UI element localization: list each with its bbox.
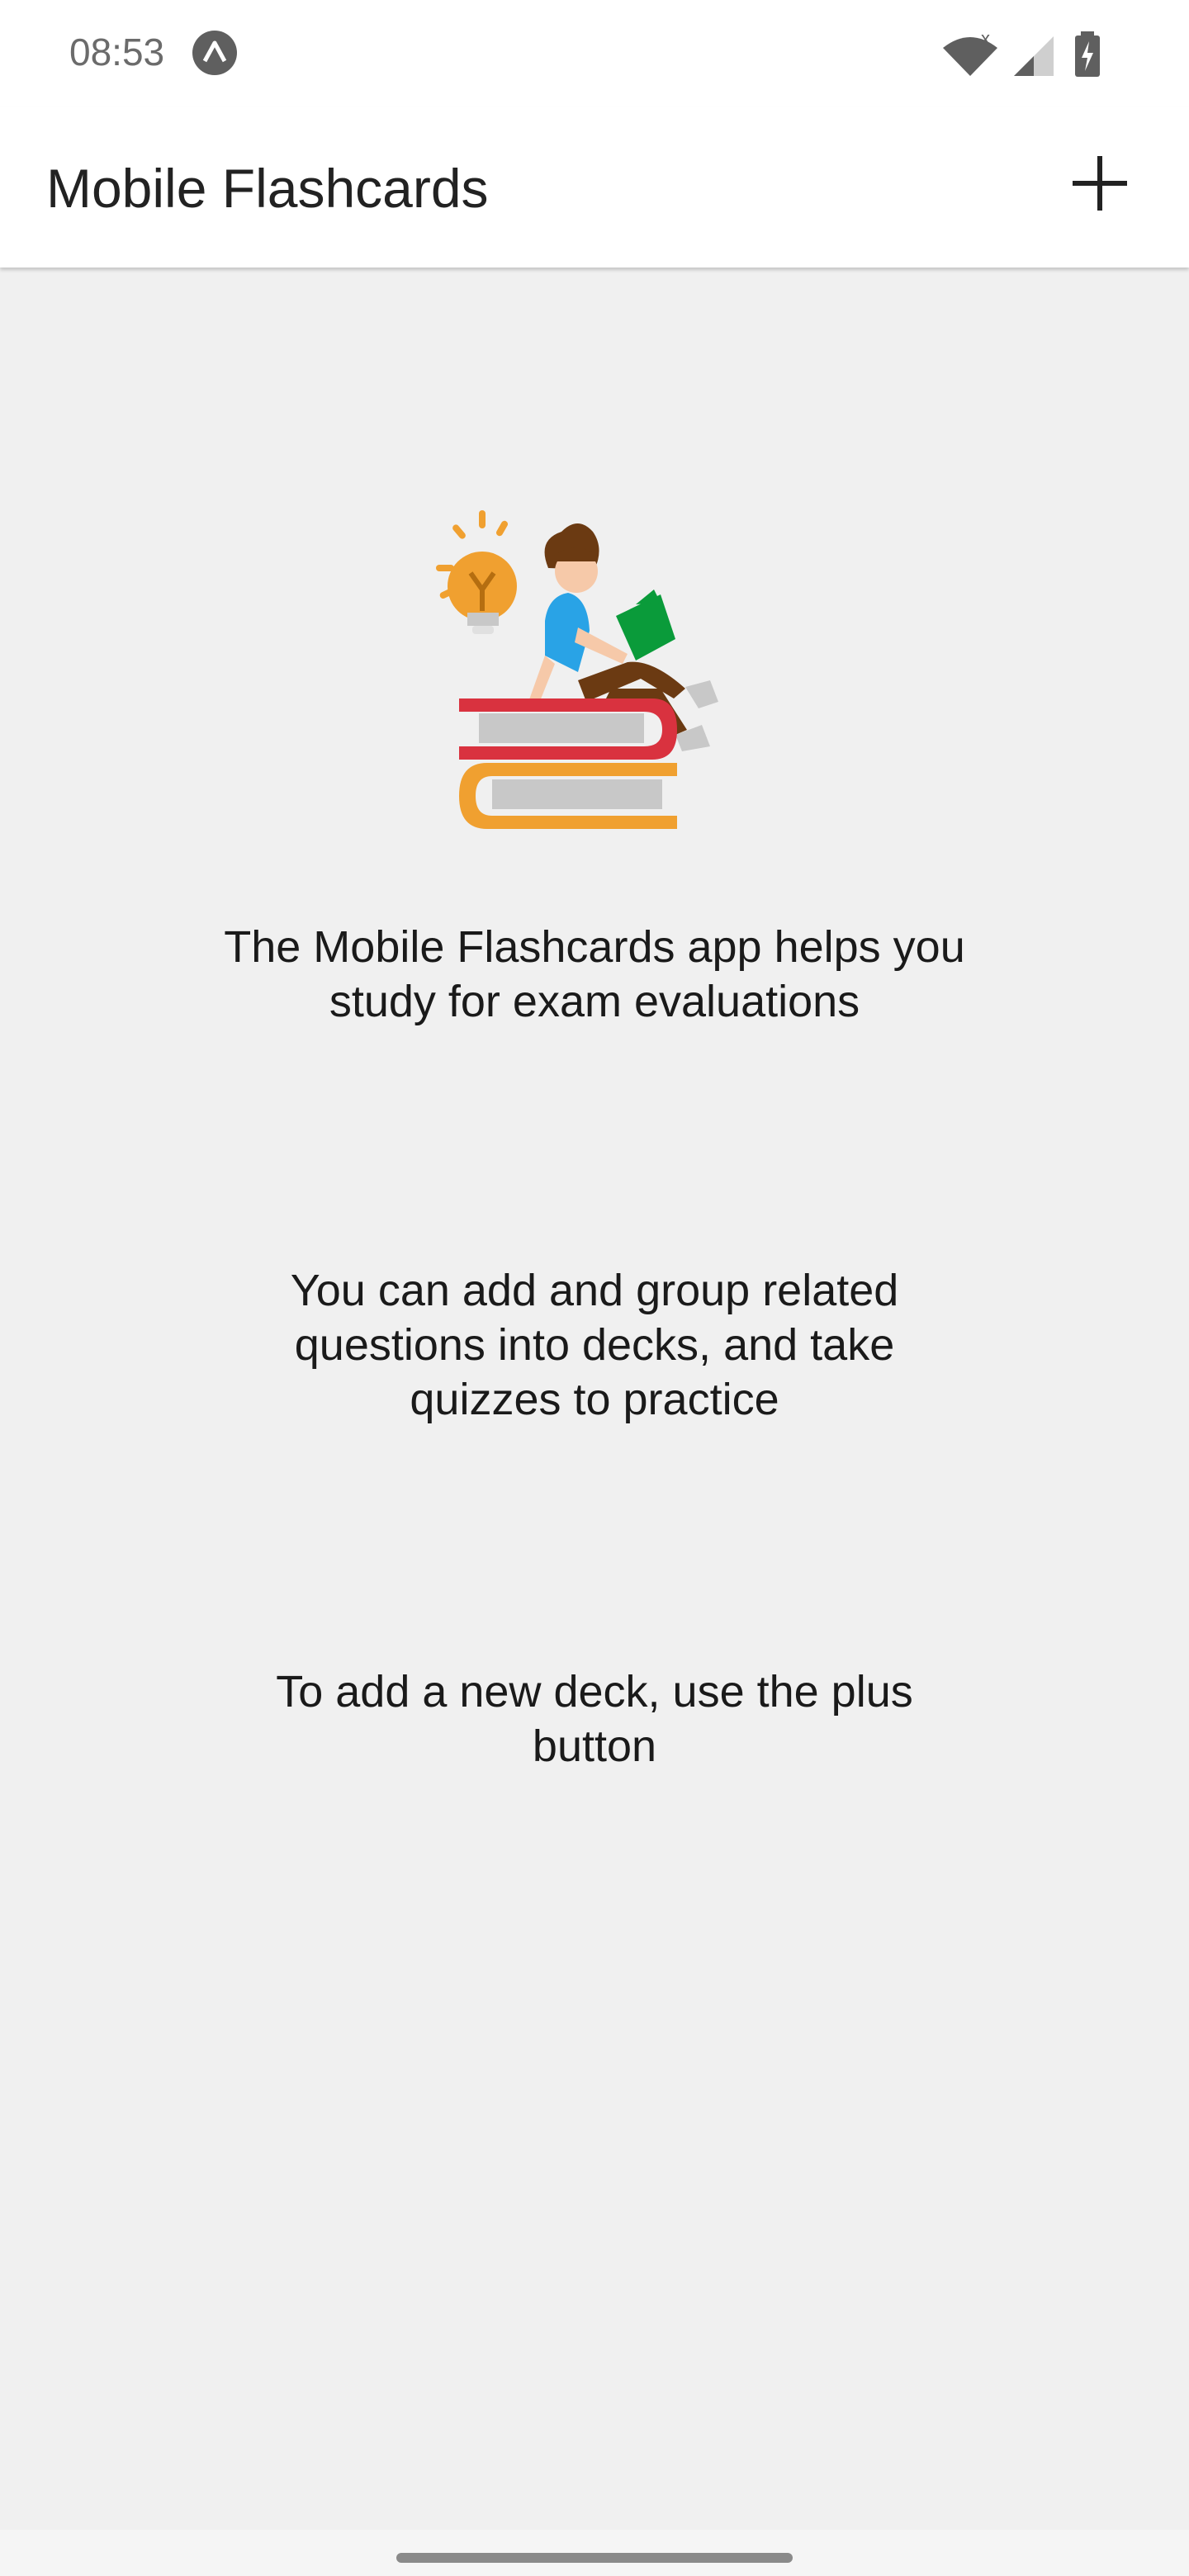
intro-text: The Mobile Flashcards app helps you stud… — [224, 922, 965, 1026]
add-deck-hint-text: To add a new deck, use the plus button — [276, 1667, 913, 1771]
main-content: The Mobile Flashcards app helps you stud… — [0, 268, 1189, 2530]
battery-charging-icon — [1075, 31, 1100, 77]
status-bar: 08:53 x — [0, 0, 1189, 107]
status-icons: x — [941, 30, 1123, 79]
app-title: Mobile Flashcards — [46, 158, 489, 219]
app-bar: Mobile Flashcards — [0, 107, 1189, 268]
add-deck-button[interactable] — [1060, 144, 1139, 223]
signal-icon — [1014, 36, 1054, 76]
wifi-icon: x — [943, 30, 997, 76]
home-gesture-handle[interactable] — [396, 2553, 793, 2563]
expo-icon — [192, 31, 237, 75]
navigation-bar — [0, 2530, 1189, 2576]
svg-text:x: x — [981, 30, 990, 49]
student-reading-on-books-illustration — [436, 510, 718, 829]
status-time: 08:53 — [69, 31, 165, 73]
plus-icon — [1073, 156, 1127, 211]
decks-info-text: You can add and group related questions … — [290, 1266, 899, 1424]
